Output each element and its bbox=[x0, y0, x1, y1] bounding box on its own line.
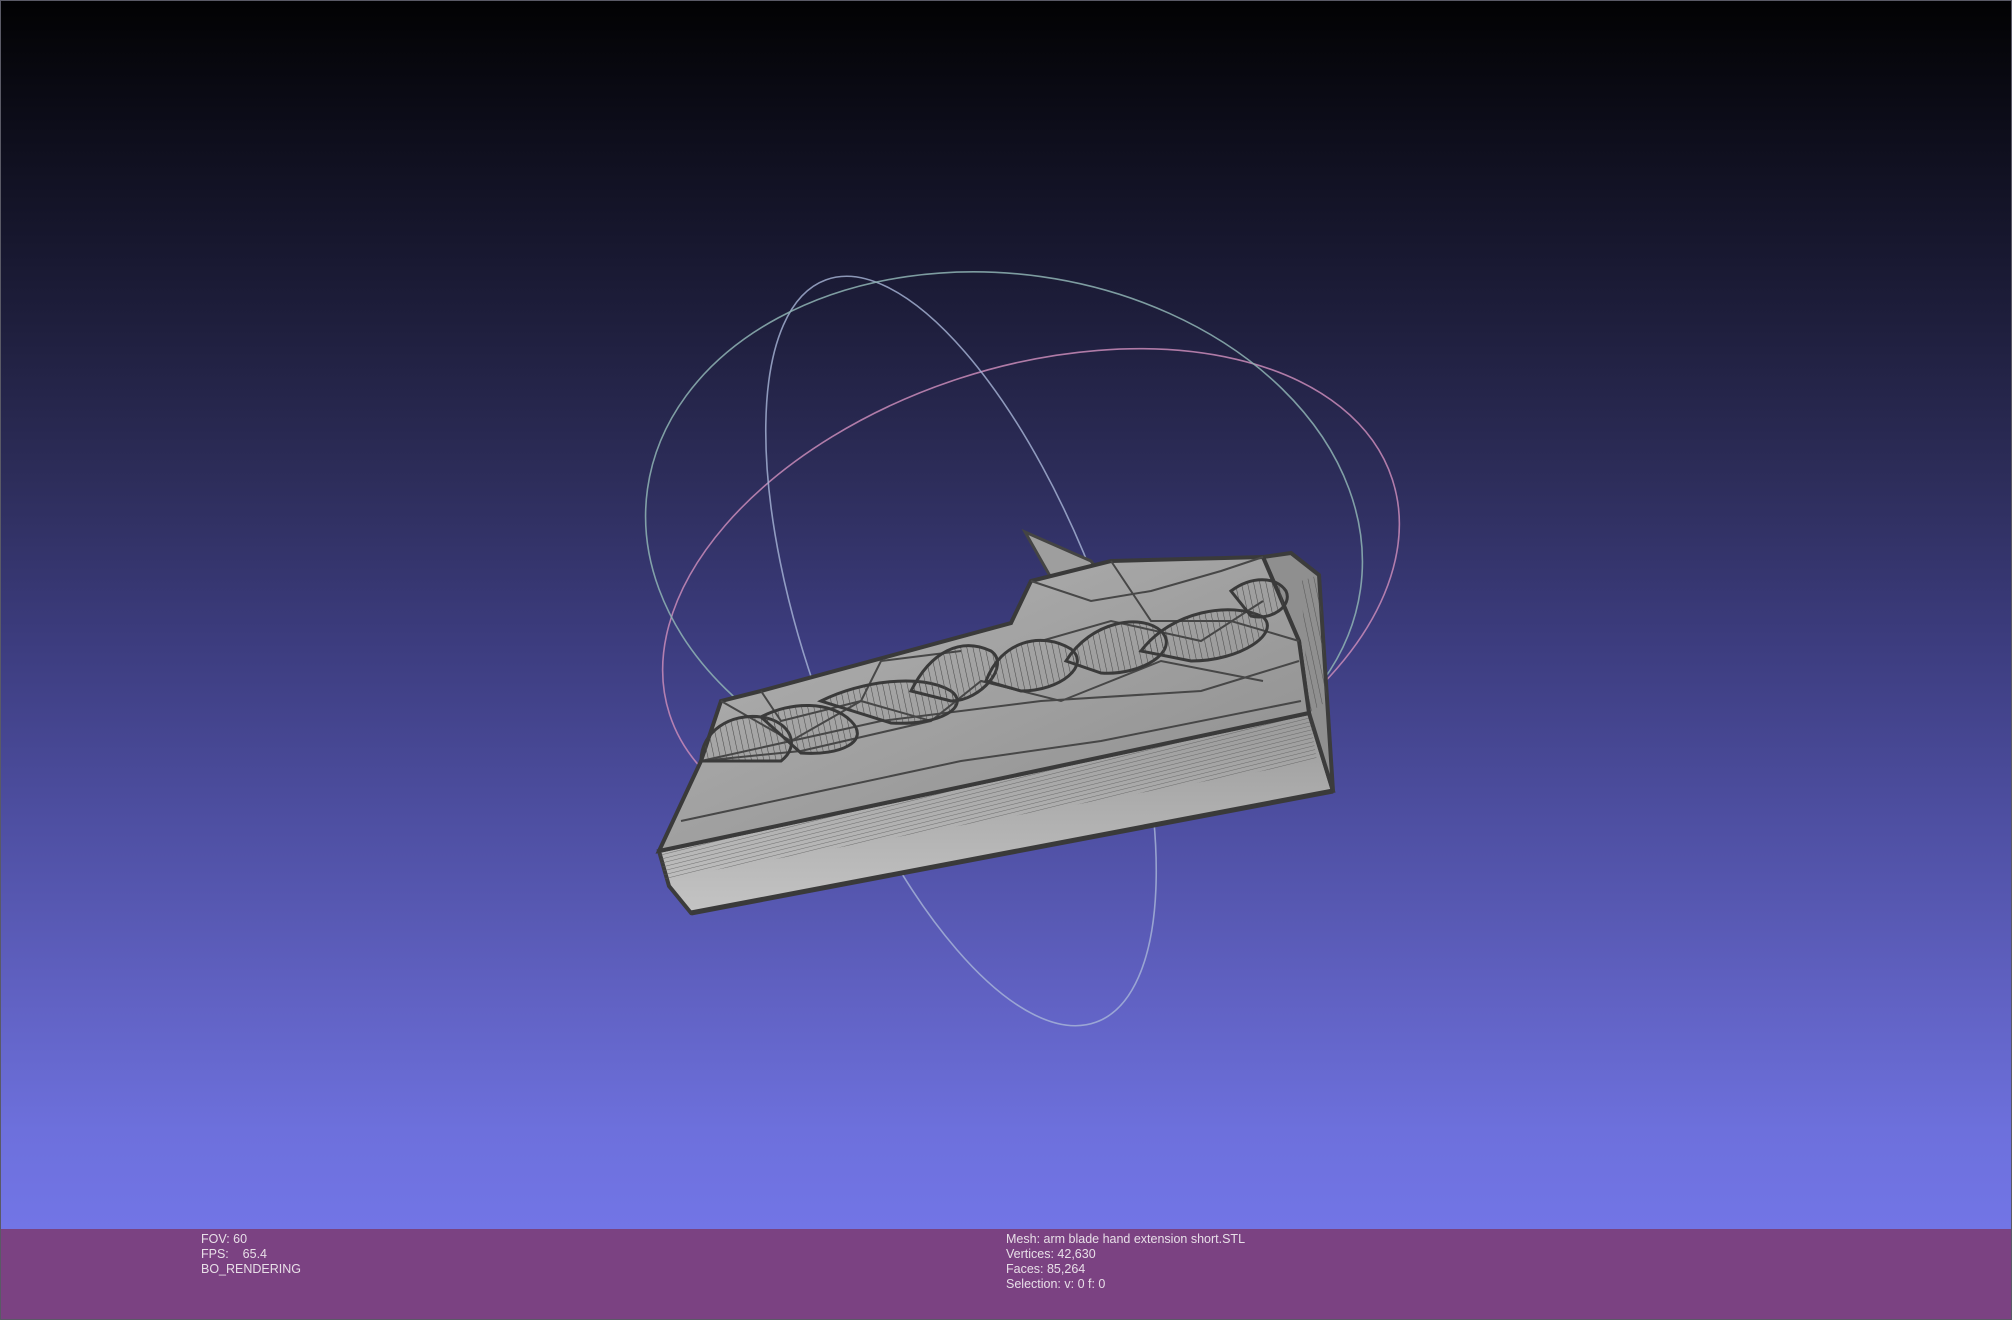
mesh-model[interactable] bbox=[655, 528, 1336, 916]
mesh-info: Mesh: arm blade hand extension short.STL… bbox=[1006, 1232, 1245, 1292]
selection-label: Selection: v: 0 f: 0 bbox=[1006, 1277, 1106, 1291]
render-mode-label: BO_RENDERING bbox=[201, 1262, 302, 1276]
info-bar: FOV: 60 FPS: 65.4 BO_RENDERING Mesh: arm… bbox=[1, 1229, 2011, 1319]
fov-label: FOV: 60 bbox=[201, 1232, 248, 1246]
faces-label: Faces: 85,264 bbox=[1006, 1262, 1086, 1276]
render-info: FOV: 60 FPS: 65.4 BO_RENDERING bbox=[201, 1232, 301, 1277]
vertices-label: Vertices: 42,630 bbox=[1006, 1247, 1096, 1261]
mesh-name-label: Mesh: arm blade hand extension short.STL bbox=[1006, 1232, 1246, 1246]
scene[interactable] bbox=[1, 1, 2012, 1229]
meshlab-viewport[interactable]: FOV: 60 FPS: 65.4 BO_RENDERING Mesh: arm… bbox=[0, 0, 2012, 1320]
fps-label: FPS: 65.4 bbox=[201, 1247, 268, 1261]
render-canvas[interactable] bbox=[1, 1, 2012, 1229]
